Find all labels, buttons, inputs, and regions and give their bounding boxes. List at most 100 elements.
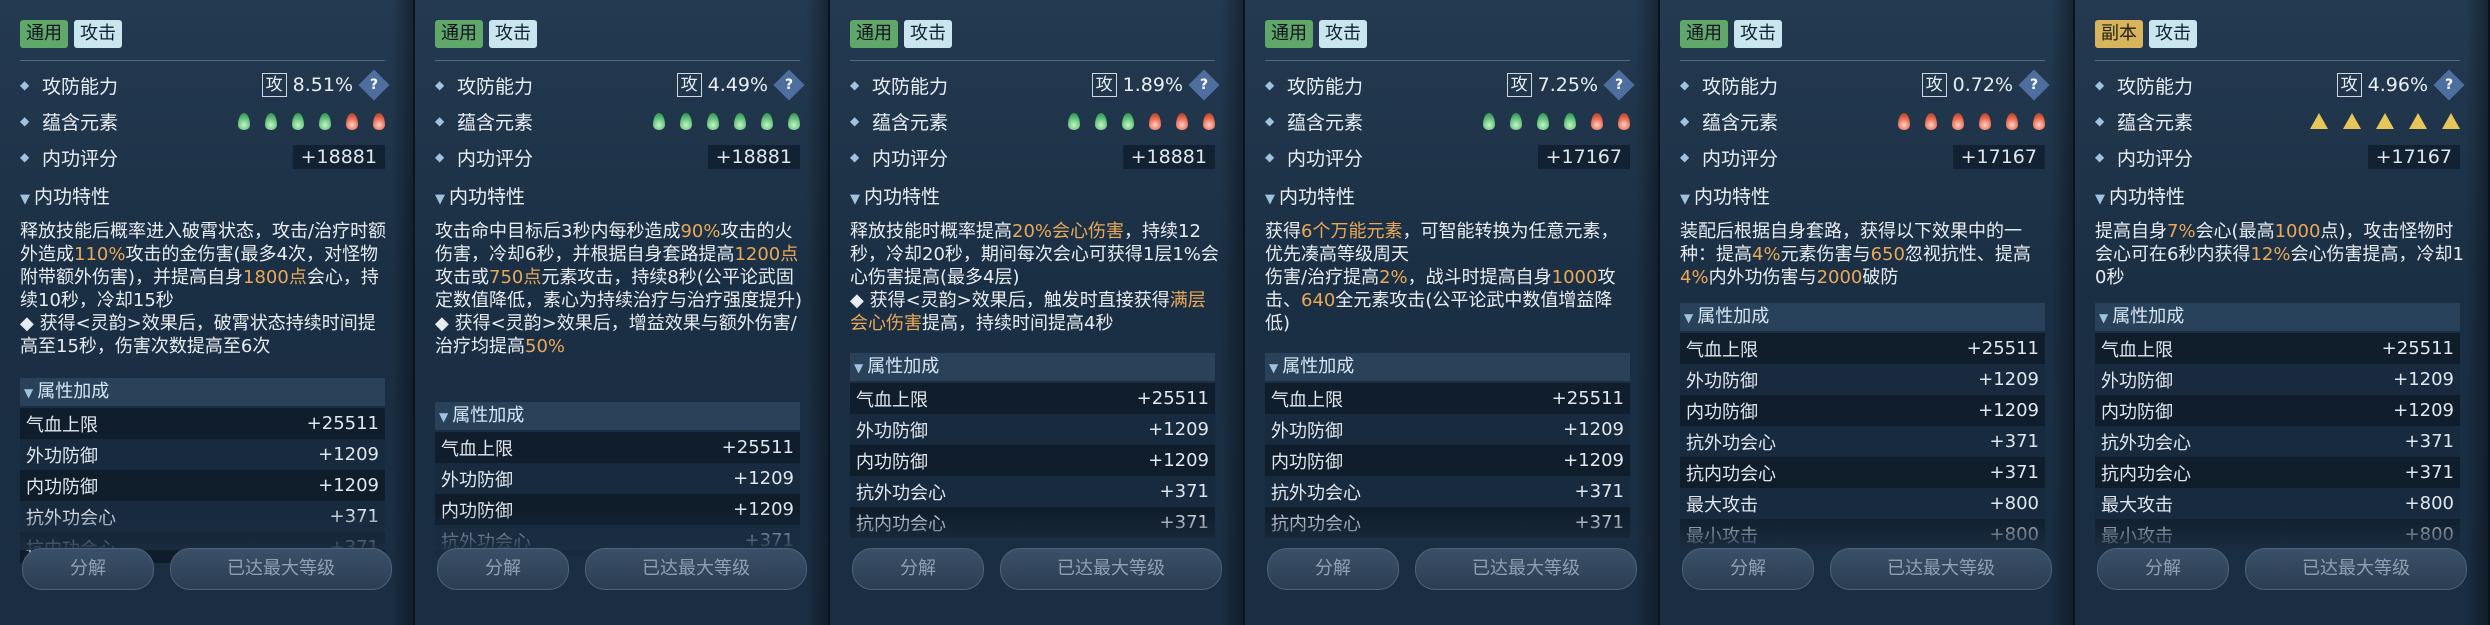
highlight-value: 640 <box>1301 290 1336 311</box>
attribute-name: 内功防御 <box>856 451 928 473</box>
attack-defense-label: 攻防能力 <box>1702 75 1779 98</box>
attribute-name: 内功防御 <box>1686 401 1758 423</box>
neigong-card: 通用 攻击 ◆ 攻防能力 攻 0.72%? ◆ 蕴含元素 ◆ 内功评分 +17167 ▼ 内功特性 装配后… <box>1660 0 2075 625</box>
attribute-name: 气血上限 <box>26 414 98 436</box>
element-icons <box>1059 112 1215 130</box>
traits-header[interactable]: ▼ 内功特性 <box>20 182 110 209</box>
max-level-button[interactable]: 已达最大等级 <box>1830 548 2052 590</box>
wood-element-icon <box>1068 112 1080 130</box>
neigong-card: 通用 攻击 ◆ 攻防能力 攻 8.51%? ◆ 蕴含元素 ◆ 内功评分 +18881 ▼ 内功特性 释放技… <box>0 0 415 625</box>
help-icon[interactable]: ? <box>773 69 805 101</box>
help-glyph: ? <box>2029 77 2039 93</box>
traits-header[interactable]: ▼ 内功特性 <box>435 182 525 209</box>
max-level-button[interactable]: 已达最大等级 <box>1415 548 1637 590</box>
traits-label: 内功特性 <box>449 186 526 208</box>
attribute-row: 气血上限 +25511 <box>1680 333 2045 364</box>
highlight-value: 7% <box>2167 221 2196 242</box>
wood-element-icon <box>653 112 665 130</box>
decompose-button[interactable]: 分解 <box>2097 548 2229 590</box>
attribute-name: 抗外功会心 <box>1271 482 1361 504</box>
help-glyph: ? <box>784 77 794 93</box>
help-icon[interactable]: ? <box>358 69 390 101</box>
attack-defense-row: ◆ 攻防能力 攻 7.25%? <box>1265 69 1635 101</box>
help-icon[interactable]: ? <box>2018 69 2050 101</box>
traits-header[interactable]: ▼ 内功特性 <box>1265 182 1355 209</box>
wood-element-icon <box>238 112 250 130</box>
decompose-button[interactable]: 分解 <box>1682 548 1814 590</box>
help-icon[interactable]: ? <box>1603 69 1635 101</box>
attribute-value: +1209 <box>1148 419 1209 440</box>
attribute-value: +1209 <box>1978 369 2039 390</box>
element-icons <box>644 112 800 130</box>
attribute-row: 外功防御 +1209 <box>850 414 1215 445</box>
attributes-header[interactable]: ▼ 属性加成 <box>2095 303 2460 331</box>
help-icon[interactable]: ? <box>1188 69 1220 101</box>
attributes-header[interactable]: ▼ 属性加成 <box>435 402 800 430</box>
diamond-icon: ◆ <box>1680 114 1690 128</box>
attribute-row: 内功防御 +1209 <box>1265 445 1630 476</box>
desc-text: 破防 <box>1862 267 1899 288</box>
attribute-name: 外功防御 <box>2101 370 2173 392</box>
attributes-header[interactable]: ▼ 属性加成 <box>850 353 1215 381</box>
attribute-row: 外功防御 +1209 <box>1680 364 2045 395</box>
highlight-value: 4% <box>1680 267 1709 288</box>
traits-header[interactable]: ▼ 内功特性 <box>850 182 940 209</box>
decompose-button[interactable]: 分解 <box>437 548 569 590</box>
attribute-row: 外功防御 +1209 <box>2095 364 2460 395</box>
attribute-value: +371 <box>1159 481 1209 502</box>
attribute-row: 外功防御 +1209 <box>435 463 800 494</box>
diamond-icon: ◆ <box>435 78 445 92</box>
attribute-row: 内功防御 +1209 <box>2095 395 2460 426</box>
fire-element-icon <box>1618 112 1630 130</box>
score-row: ◆ 内功评分 +17167 <box>1680 142 2045 172</box>
trait-description: 释放技能时概率提高20%会心伤害，持续12秒，冷却20秒，期间每次会心可获得1层… <box>850 220 1219 335</box>
score-value-wrap: +17167 <box>2367 145 2460 169</box>
attribute-row: 外功防御 +1209 <box>20 439 385 470</box>
attribute-value: +1209 <box>318 475 379 496</box>
attribute-value: +25511 <box>2381 338 2454 359</box>
bottom-fade <box>1245 510 1658 550</box>
fire-element-icon <box>1203 112 1215 130</box>
max-level-button[interactable]: 已达最大等级 <box>170 548 392 590</box>
traits-label: 内功特性 <box>864 186 941 208</box>
max-level-button[interactable]: 已达最大等级 <box>1000 548 1222 590</box>
desc-text: 释放技能时概率提高 <box>850 221 1012 242</box>
traits-header[interactable]: ▼ 内功特性 <box>2095 182 2185 209</box>
diamond-icon: ◆ <box>1680 150 1690 164</box>
chevron-down-icon: ▼ <box>1269 361 1279 375</box>
attributes-label: 属性加成 <box>2112 306 2185 327</box>
score-row: ◆ 内功评分 +18881 <box>435 142 800 172</box>
traits-header[interactable]: ▼ 内功特性 <box>1680 182 1770 209</box>
attribute-name: 外功防御 <box>856 420 928 442</box>
attributes-header[interactable]: ▼ 属性加成 <box>1265 353 1630 381</box>
decompose-button[interactable]: 分解 <box>1267 548 1399 590</box>
elements-row: ◆ 蕴含元素 <box>1680 106 2045 136</box>
attributes-label: 属性加成 <box>1282 356 1355 377</box>
attack-defense-value: 攻 7.25%? <box>1506 69 1635 101</box>
attack-defense-row: ◆ 攻防能力 攻 4.49%? <box>435 69 805 101</box>
max-level-button[interactable]: 已达最大等级 <box>2245 548 2467 590</box>
attributes-header[interactable]: ▼ 属性加成 <box>20 378 385 406</box>
decompose-button[interactable]: 分解 <box>22 548 154 590</box>
attributes-header[interactable]: ▼ 属性加成 <box>1680 303 2045 331</box>
attack-badge: 攻 <box>676 73 702 97</box>
desc-text: 内外功伤害与 <box>1708 267 1817 288</box>
attack-defense-value: 攻 8.51%? <box>261 69 390 101</box>
neigong-card: 通用 攻击 ◆ 攻防能力 攻 4.49%? ◆ 蕴含元素 ◆ 内功评分 +18881 ▼ 内功特性 攻击命… <box>415 0 830 625</box>
score-label: 内功评分 <box>1287 147 1364 170</box>
desc-text: 忽视抗性、提高 <box>1904 244 2031 265</box>
chevron-down-icon: ▼ <box>20 192 30 207</box>
attribute-name: 气血上限 <box>1271 389 1343 411</box>
attribute-value: +371 <box>2404 431 2454 452</box>
attack-percent: 4.96% <box>2367 74 2428 96</box>
elements-row: ◆ 蕴含元素 <box>20 106 385 136</box>
attribute-row: 抗外功会心 +371 <box>850 476 1215 507</box>
decompose-button[interactable]: 分解 <box>852 548 984 590</box>
attribute-value: +1209 <box>1978 400 2039 421</box>
max-level-button[interactable]: 已达最大等级 <box>585 548 807 590</box>
score-label: 内功评分 <box>1702 147 1779 170</box>
attributes-label: 属性加成 <box>867 356 940 377</box>
elements-label: 蕴含元素 <box>1287 111 1364 134</box>
fire-element-icon <box>1591 112 1603 130</box>
help-icon[interactable]: ? <box>2433 69 2465 101</box>
